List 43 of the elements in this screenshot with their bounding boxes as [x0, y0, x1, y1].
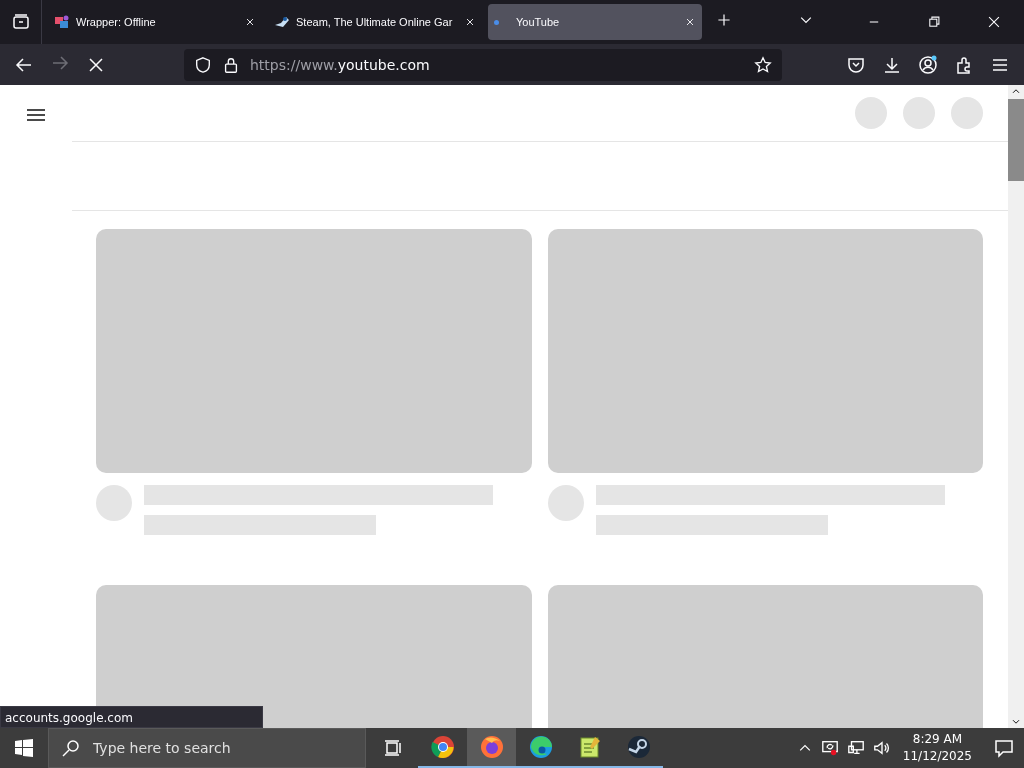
link-status-text: accounts.google.com [0, 706, 263, 728]
notepad-icon[interactable] [577, 735, 602, 759]
puzzle-logo-icon [54, 14, 70, 30]
lock-icon [222, 55, 240, 74]
close-icon[interactable] [684, 16, 696, 28]
steam-icon[interactable] [626, 735, 651, 759]
avatar-placeholder [96, 485, 132, 521]
restore-icon[interactable] [927, 15, 941, 29]
firefox-icon[interactable] [479, 735, 504, 759]
bookmark-star-icon[interactable] [754, 55, 772, 74]
notification-icon[interactable] [994, 738, 1014, 758]
close-icon[interactable] [244, 16, 256, 28]
taskbar-search-box[interactable]: Type here to search [48, 728, 366, 768]
scrollbar[interactable] [1008, 85, 1024, 728]
close-icon[interactable] [987, 15, 1001, 29]
windows-start-icon[interactable] [15, 739, 33, 757]
clock-time[interactable]: 8:29 AM [912, 731, 963, 748]
avatar-placeholder [548, 485, 584, 521]
search-icon [61, 738, 81, 758]
icon-placeholder [855, 97, 887, 129]
browser-tab[interactable]: Steam, The Ultimate Online Gar [268, 4, 482, 40]
browser-tab[interactable]: YouTube [488, 4, 702, 40]
url-text: https://www.youtube.com [250, 56, 431, 73]
sync-monitor-icon[interactable] [820, 739, 839, 757]
chrome-icon[interactable] [430, 735, 455, 759]
account-icon[interactable] [918, 54, 938, 75]
avatar-placeholder [951, 97, 983, 129]
clock-date[interactable]: 11/12/2025 [902, 748, 972, 765]
address-bar[interactable]: https://www.youtube.com [184, 48, 782, 81]
tab-list-icon[interactable] [10, 12, 31, 32]
close-icon[interactable] [464, 16, 476, 28]
scroll-thumb[interactable] [1008, 99, 1024, 181]
network-icon[interactable] [846, 739, 865, 757]
loading-dot-icon [494, 19, 499, 25]
shield-icon [194, 55, 212, 74]
icon-placeholder [903, 97, 935, 129]
taskbar-search-field[interactable]: Type here to search [91, 739, 345, 757]
volume-icon[interactable] [872, 739, 891, 757]
edge-icon[interactable] [528, 735, 553, 759]
task-view-icon[interactable] [383, 738, 403, 758]
new-tab-icon[interactable] [716, 12, 732, 28]
steam-logo-icon [274, 14, 290, 30]
browser-tab[interactable]: Wrapper: Offline [48, 4, 262, 40]
